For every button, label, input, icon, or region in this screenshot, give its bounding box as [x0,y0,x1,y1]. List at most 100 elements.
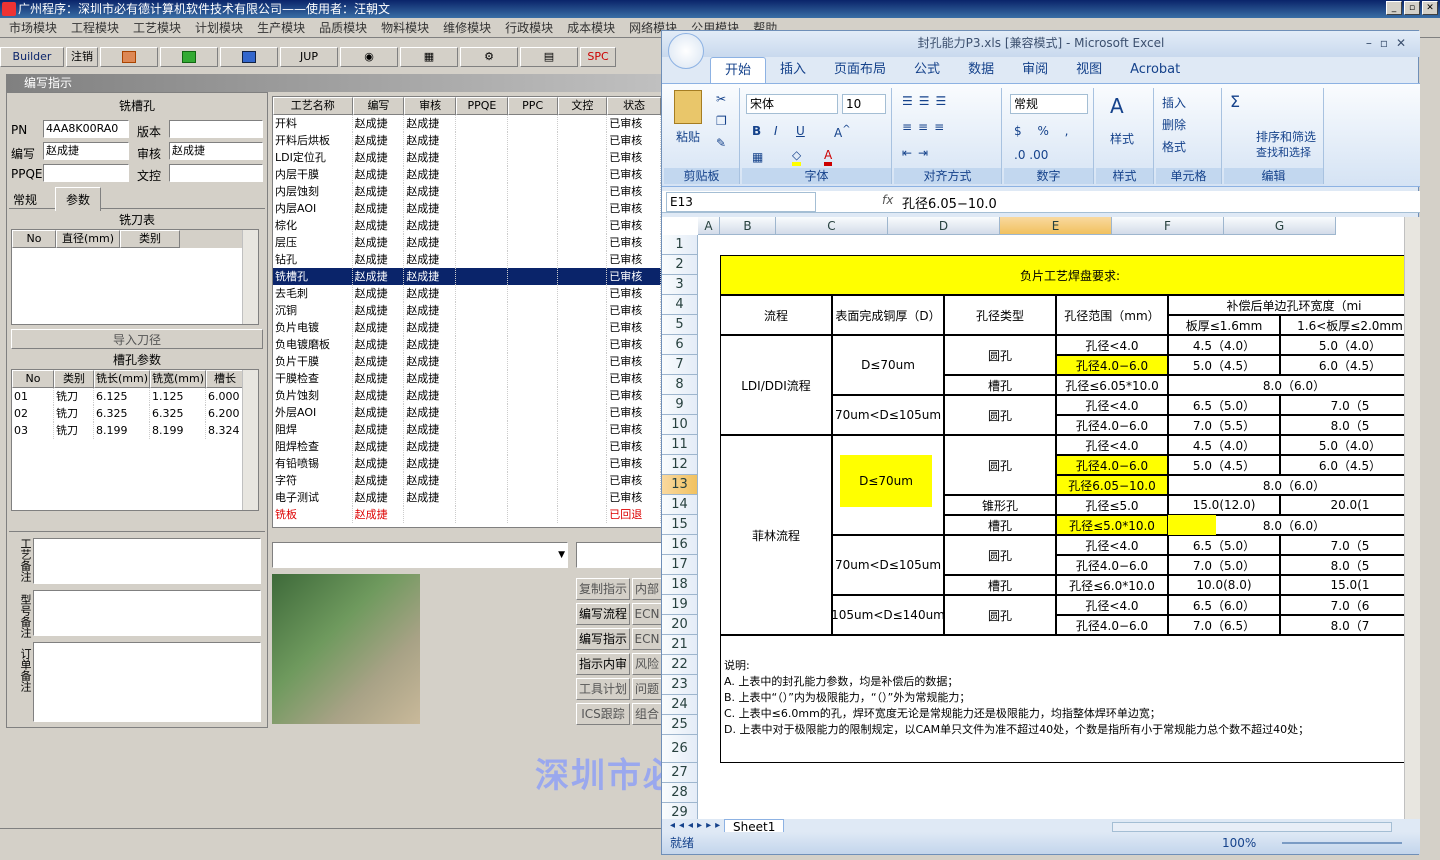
grid-header-cell[interactable]: 文控 [557,97,608,115]
type-cell[interactable]: 锥形孔 [944,495,1056,515]
range-cell[interactable]: 孔径4.0−6.0 [1056,615,1168,635]
value-cell[interactable]: 4.5（4.0） [1168,435,1280,455]
styles-icon[interactable]: A [1110,94,1124,118]
table-row[interactable]: 开料 赵成捷 赵成捷 已审核 [273,115,661,132]
menu-item[interactable]: 维修模块 [438,19,496,36]
range-cell[interactable]: 孔径<4.0 [1056,595,1168,615]
row-header[interactable]: 15 [662,515,698,535]
header-cell[interactable]: 板厚≤1.6mm [1168,315,1280,335]
formula-input[interactable]: 孔径6.05−10.0 [902,193,997,212]
grid-header-cell[interactable]: 铣长(mm) [94,370,150,388]
ribbon-tab[interactable]: 审阅 [1008,57,1062,83]
column-header[interactable]: C [776,217,888,235]
process-action-button[interactable]: 指示内审 [576,653,630,675]
range-cell[interactable]: 孔径≤5.0*10.0 [1056,515,1168,535]
column-header[interactable]: G [1224,217,1336,235]
menu-item[interactable]: 工程模块 [66,19,124,36]
row-header[interactable]: 18 [662,575,698,595]
table-row[interactable]: 钻孔 赵成捷 赵成捷 已审核 [273,251,661,268]
row-header[interactable]: 8 [662,375,698,395]
header-cell[interactable]: 孔径范围（mm） [1056,295,1168,335]
table-row[interactable]: 字符 赵成捷 赵成捷 已审核 [273,472,661,489]
builder-button[interactable]: Builder [0,47,64,67]
range-cell[interactable]: 孔径<4.0 [1056,395,1168,415]
grid-header-cell[interactable]: PPC [507,97,558,115]
range-cell[interactable]: 孔径4.0−6.0 [1056,455,1168,475]
font-select[interactable]: 宋体 [746,94,838,114]
row-header[interactable]: 19 [662,595,698,615]
doc-field[interactable] [169,164,263,182]
grid-header-cell[interactable]: 槽长(mm [206,370,244,388]
row-header[interactable]: 3 [662,275,698,295]
grid-header-cell[interactable]: 状态 [607,97,661,115]
fill-color-icon[interactable]: ◇ [792,148,802,166]
row-header[interactable]: 23 [662,675,698,695]
menu-item[interactable]: 品质模块 [314,19,372,36]
grow-font-button[interactable]: A^ [834,124,851,140]
value-cell[interactable]: 15.0(12.0) [1168,495,1280,515]
range-cell[interactable]: 孔径6.05−10.0 [1056,475,1168,495]
table-row[interactable]: 内层蚀刻 赵成捷 赵成捷 已审核 [273,183,661,200]
table-row[interactable]: 负片蚀刻 赵成捷 赵成捷 已审核 [273,387,661,404]
grid-header-cell[interactable]: PPQE [456,97,508,115]
column-header[interactable]: E [1000,217,1112,235]
type-cell[interactable]: 槽孔 [944,515,1056,535]
column-header[interactable]: A [698,217,720,235]
row-header[interactable]: 20 [662,615,698,635]
slot-scrollbar[interactable] [242,370,258,510]
process-side-button[interactable]: ECN [632,628,662,650]
sort-filter-button[interactable]: 排序和筛选 [1256,128,1316,145]
sheet-vscroll[interactable] [1404,217,1420,819]
row-header[interactable]: 13 [662,475,698,495]
insert-cells-button[interactable]: 插入 [1162,94,1186,111]
column-header[interactable]: B [720,217,776,235]
type-cell[interactable]: 圆孔 [944,435,1056,495]
cu-cell-highlight[interactable]: D≤70um [840,455,932,507]
table-row[interactable]: 阻焊 赵成捷 赵成捷 已审核 [273,421,661,438]
value-cell[interactable]: 7.0（5.5） [1168,415,1280,435]
row-header[interactable]: 16 [662,535,698,555]
border-icon[interactable]: ▦ [752,150,763,164]
process-combo[interactable]: ▼ [272,542,568,568]
row-header[interactable]: 2 [662,255,698,275]
row-header[interactable]: 26 [662,735,698,763]
value-cell[interactable]: 6.0（4.5） [1280,455,1404,475]
zoom-slider[interactable] [1282,842,1402,844]
table-row[interactable]: 开料后烘板 赵成捷 赵成捷 已审核 [273,132,661,149]
process-action-button[interactable]: ICS跟踪 [576,703,630,725]
value-cell[interactable]: 4.5（4.0） [1168,335,1280,355]
table-heading[interactable]: 负片工艺焊盘要求: [720,255,1404,295]
table-row[interactable]: 02 铣刀 6.325 6.325 6.200 [12,405,258,422]
cu-cell[interactable]: 105um<D≤140um [832,595,944,635]
process-side-button[interactable]: ECN [632,603,662,625]
bold-button[interactable]: B [752,124,761,138]
excel-icon[interactable] [160,47,218,67]
menu-item[interactable]: 物料模块 [376,19,434,36]
copy-icon[interactable]: ❐ [716,114,727,128]
tools-icon[interactable]: ⚙ [460,47,518,67]
font-color-icon[interactable]: A [824,148,833,166]
ribbon-tab[interactable]: Acrobat [1116,57,1194,83]
grid-header-cell[interactable]: 编写 [352,97,405,115]
menu-item[interactable]: 工艺模块 [128,19,186,36]
process-action-button[interactable]: 工具计划 [576,678,630,700]
knife-scrollbar[interactable] [242,230,258,324]
type-cell[interactable]: 圆孔 [944,335,1056,375]
value-cell[interactable]: 7.0（6.5） [1168,615,1280,635]
excel-window-controls[interactable]: –▫✕ [1366,31,1414,55]
spc-button[interactable]: SPC [580,47,616,67]
table-row[interactable]: 外层AOI 赵成捷 赵成捷 已审核 [273,404,661,421]
range-cell[interactable]: 孔径≤6.05*10.0 [1056,375,1168,395]
menu-item[interactable]: 计划模块 [190,19,248,36]
value-cell[interactable]: 8.0（6.0） [1168,475,1404,495]
range-cell[interactable]: 孔径≤6.0*10.0 [1056,575,1168,595]
value-cell[interactable]: 7.0（6 [1280,595,1404,615]
italic-button[interactable]: I [774,124,778,138]
row-header[interactable]: 14 [662,495,698,515]
row-header[interactable]: 12 [662,455,698,475]
value-cell[interactable]: 7.0（5 [1280,395,1404,415]
chevron-down-icon[interactable]: ▼ [558,547,565,563]
name-box[interactable]: E13 [666,192,816,212]
value-cell[interactable]: 8.0（6.0） [1168,375,1404,395]
database-icon[interactable]: ▦ [400,47,458,67]
